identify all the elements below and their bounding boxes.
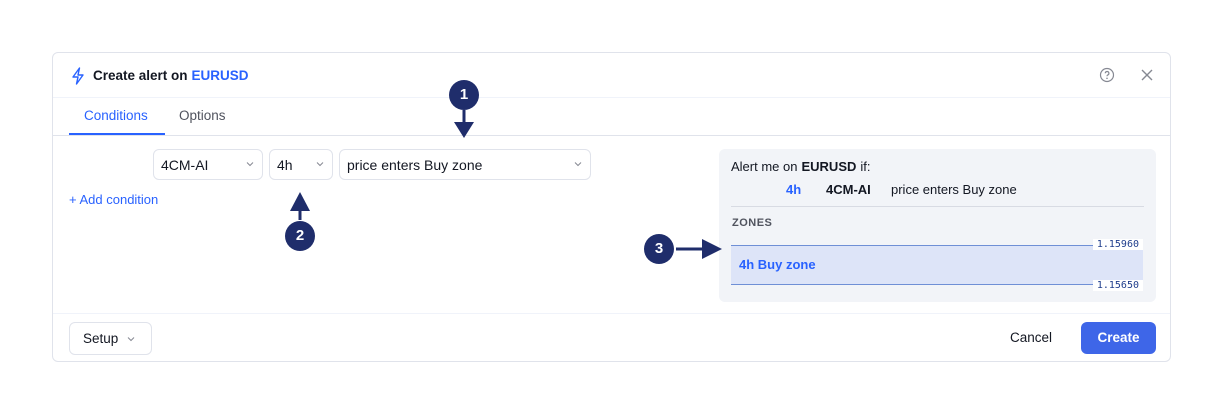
dialog-title: Create alert on EURUSD [93, 68, 249, 83]
timeframe-value: 4h [277, 157, 293, 173]
symbol-label: EURUSD [191, 68, 249, 83]
create-button[interactable]: Create [1081, 322, 1156, 354]
tab-bar: Conditions Options [53, 98, 1170, 136]
add-condition-link[interactable]: + Add condition [69, 192, 158, 207]
tab-options[interactable]: Options [179, 108, 226, 123]
timeframe-select[interactable]: 4h [269, 149, 333, 180]
condition-value: price enters Buy zone [347, 157, 483, 173]
zone-upper-price: 1.15960 [1092, 239, 1143, 250]
footer-divider [53, 313, 1170, 314]
alert-preview-panel: Alert me on EURUSD if: 4h 4CM-AI price ent… [719, 149, 1156, 302]
annotation-badge-2: 2 [285, 221, 315, 251]
indicator-value: 4CM-AI [161, 157, 209, 173]
indicator-select[interactable]: 4CM-AI [153, 149, 263, 180]
preview-timeframe: 4h [786, 182, 802, 197]
setup-button[interactable]: Setup [69, 322, 152, 355]
alert-summary: Alert me on EURUSD if: [731, 159, 871, 174]
close-icon[interactable] [1140, 68, 1154, 82]
chevron-down-icon [127, 337, 135, 342]
tab-conditions[interactable]: Conditions [84, 108, 148, 123]
divider [731, 206, 1144, 207]
active-tab-indicator [69, 133, 165, 135]
dialog-header: Create alert on EURUSD [53, 53, 1170, 98]
help-circle-icon[interactable] [1099, 67, 1115, 83]
cancel-button[interactable]: Cancel [1010, 330, 1052, 345]
zones-heading: ZONES [732, 217, 773, 229]
zone-label: 4h Buy zone [739, 257, 816, 272]
chevron-down-icon [316, 162, 324, 167]
chevron-down-icon [246, 162, 254, 167]
condition-select[interactable]: price enters Buy zone [339, 149, 591, 180]
lightning-bolt-icon [72, 67, 84, 85]
create-alert-dialog: Create alert on EURUSD Conditions Options… [52, 52, 1171, 362]
chevron-down-icon [574, 162, 582, 167]
buy-zone-box: 4h Buy zone 1.15960 1.15650 [731, 239, 1143, 291]
setup-label: Setup [83, 331, 119, 346]
preview-indicator: 4CM-AI [826, 182, 871, 197]
preview-condition: price enters Buy zone [891, 182, 1017, 197]
preview-symbol: EURUSD [801, 159, 857, 174]
annotation-badge-3: 3 [644, 234, 674, 264]
annotation-badge-1: 1 [449, 80, 479, 110]
zone-lower-price: 1.15650 [1092, 280, 1143, 291]
